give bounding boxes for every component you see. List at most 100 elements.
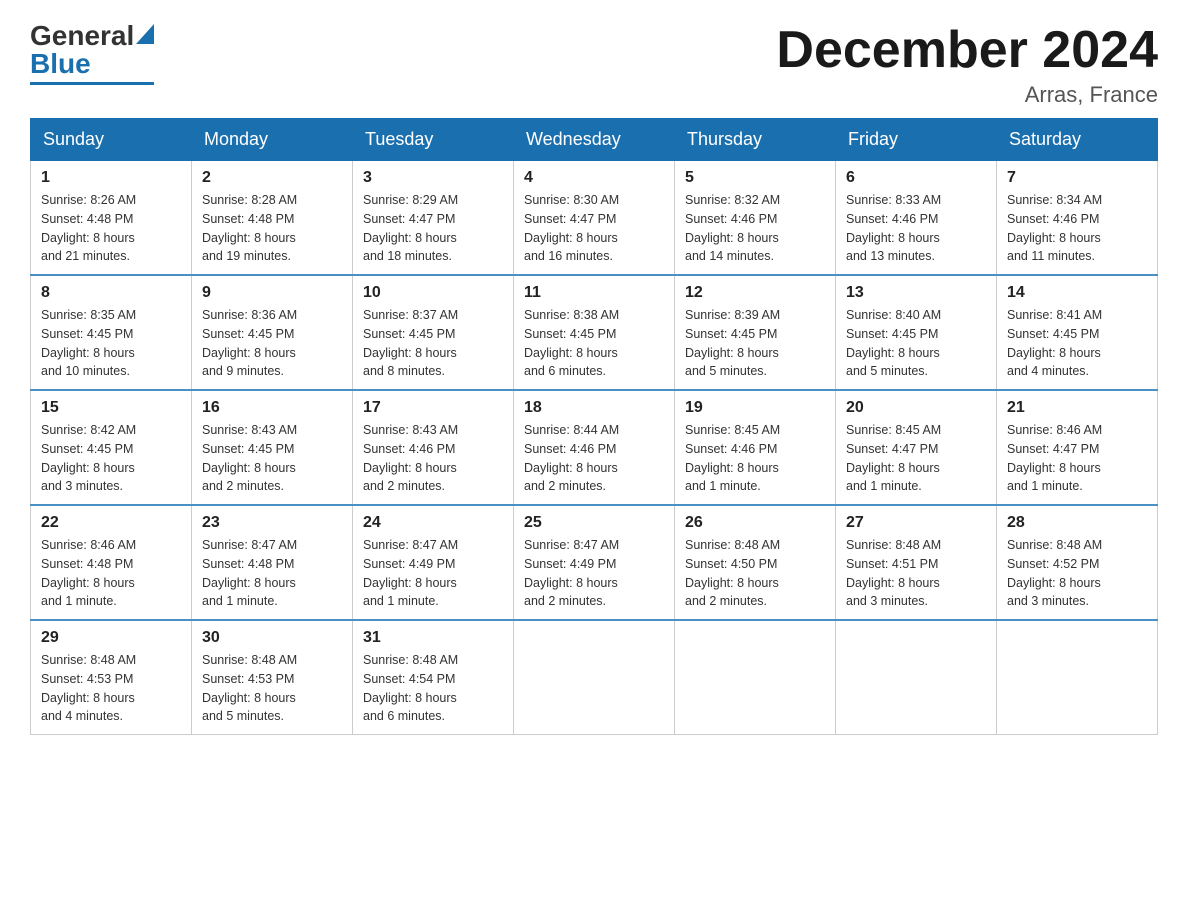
logo-blue-text: Blue (30, 48, 91, 80)
day-number: 9 (202, 284, 342, 302)
day-info: Sunrise: 8:48 AMSunset: 4:51 PMDaylight:… (846, 536, 986, 611)
day-info: Sunrise: 8:34 AMSunset: 4:46 PMDaylight:… (1007, 191, 1147, 266)
day-info: Sunrise: 8:43 AMSunset: 4:46 PMDaylight:… (363, 421, 503, 496)
day-info: Sunrise: 8:48 AMSunset: 4:52 PMDaylight:… (1007, 536, 1147, 611)
month-title: December 2024 (776, 20, 1158, 80)
calendar-cell: 8 Sunrise: 8:35 AMSunset: 4:45 PMDaylight… (31, 275, 192, 390)
calendar-cell: 19 Sunrise: 8:45 AMSunset: 4:46 PMDayligh… (675, 390, 836, 505)
day-info: Sunrise: 8:45 AMSunset: 4:46 PMDaylight:… (685, 421, 825, 496)
calendar-cell: 15Sunrise: 8:42 AMSunset: 4:45 PMDayligh… (31, 390, 192, 505)
weekday-header-tuesday: Tuesday (353, 119, 514, 161)
day-number: 5 (685, 169, 825, 187)
calendar-cell: 28 Sunrise: 8:48 AMSunset: 4:52 PMDayligh… (997, 505, 1158, 620)
location: Arras, France (776, 82, 1158, 108)
day-info: Sunrise: 8:48 AMSunset: 4:50 PMDaylight:… (685, 536, 825, 611)
calendar-cell: 21 Sunrise: 8:46 AMSunset: 4:47 PMDayligh… (997, 390, 1158, 505)
logo-triangle-icon (136, 24, 154, 44)
day-number: 7 (1007, 169, 1147, 187)
calendar-week-5: 29 Sunrise: 8:48 AMSunset: 4:53 PMDayligh… (31, 620, 1158, 735)
day-number: 23 (202, 514, 342, 532)
logo: General Blue (30, 20, 154, 85)
day-info: Sunrise: 8:43 AMSunset: 4:45 PMDaylight:… (202, 421, 342, 496)
day-info: Sunrise: 8:36 AMSunset: 4:45 PMDaylight:… (202, 306, 342, 381)
day-number: 26 (685, 514, 825, 532)
calendar-cell (836, 620, 997, 735)
calendar-cell: 17 Sunrise: 8:43 AMSunset: 4:46 PMDayligh… (353, 390, 514, 505)
day-number: 30 (202, 629, 342, 647)
weekday-header-row: SundayMondayTuesdayWednesdayThursdayFrid… (31, 119, 1158, 161)
calendar-cell: 9 Sunrise: 8:36 AMSunset: 4:45 PMDaylight… (192, 275, 353, 390)
calendar-cell: 4Sunrise: 8:30 AMSunset: 4:47 PMDaylight… (514, 161, 675, 276)
day-number: 17 (363, 399, 503, 417)
day-info: Sunrise: 8:39 AMSunset: 4:45 PMDaylight:… (685, 306, 825, 381)
day-info: Sunrise: 8:48 AMSunset: 4:53 PMDaylight:… (202, 651, 342, 726)
weekday-header-friday: Friday (836, 119, 997, 161)
page-header: General Blue December 2024 Arras, France (30, 20, 1158, 108)
day-number: 1 (41, 169, 181, 187)
day-number: 20 (846, 399, 986, 417)
day-number: 4 (524, 169, 664, 187)
day-number: 29 (41, 629, 181, 647)
day-number: 2 (202, 169, 342, 187)
day-info: Sunrise: 8:28 AMSunset: 4:48 PMDaylight:… (202, 191, 342, 266)
calendar-cell: 24 Sunrise: 8:47 AMSunset: 4:49 PMDayligh… (353, 505, 514, 620)
day-number: 6 (846, 169, 986, 187)
logo-underline (30, 82, 154, 85)
calendar-cell: 11Sunrise: 8:38 AMSunset: 4:45 PMDayligh… (514, 275, 675, 390)
calendar-cell: 6 Sunrise: 8:33 AMSunset: 4:46 PMDaylight… (836, 161, 997, 276)
day-info: Sunrise: 8:38 AMSunset: 4:45 PMDaylight:… (524, 306, 664, 381)
day-info: Sunrise: 8:46 AMSunset: 4:47 PMDaylight:… (1007, 421, 1147, 496)
calendar-cell: 1 Sunrise: 8:26 AMSunset: 4:48 PMDaylight… (31, 161, 192, 276)
calendar-cell (514, 620, 675, 735)
calendar-week-1: 1 Sunrise: 8:26 AMSunset: 4:48 PMDaylight… (31, 161, 1158, 276)
day-info: Sunrise: 8:47 AMSunset: 4:48 PMDaylight:… (202, 536, 342, 611)
day-number: 18 (524, 399, 664, 417)
calendar-cell: 12Sunrise: 8:39 AMSunset: 4:45 PMDayligh… (675, 275, 836, 390)
day-info: Sunrise: 8:26 AMSunset: 4:48 PMDaylight:… (41, 191, 181, 266)
day-number: 3 (363, 169, 503, 187)
day-number: 13 (846, 284, 986, 302)
day-number: 16 (202, 399, 342, 417)
day-number: 10 (363, 284, 503, 302)
calendar-cell: 16 Sunrise: 8:43 AMSunset: 4:45 PMDayligh… (192, 390, 353, 505)
calendar-cell: 26 Sunrise: 8:48 AMSunset: 4:50 PMDayligh… (675, 505, 836, 620)
calendar-week-3: 15Sunrise: 8:42 AMSunset: 4:45 PMDayligh… (31, 390, 1158, 505)
calendar-cell: 3 Sunrise: 8:29 AMSunset: 4:47 PMDaylight… (353, 161, 514, 276)
calendar-cell: 13 Sunrise: 8:40 AMSunset: 4:45 PMDayligh… (836, 275, 997, 390)
calendar-cell (997, 620, 1158, 735)
calendar-cell: 5Sunrise: 8:32 AMSunset: 4:46 PMDaylight… (675, 161, 836, 276)
calendar-cell: 27Sunrise: 8:48 AMSunset: 4:51 PMDayligh… (836, 505, 997, 620)
weekday-header-thursday: Thursday (675, 119, 836, 161)
day-info: Sunrise: 8:42 AMSunset: 4:45 PMDaylight:… (41, 421, 181, 496)
day-number: 31 (363, 629, 503, 647)
day-number: 19 (685, 399, 825, 417)
calendar-week-4: 22 Sunrise: 8:46 AMSunset: 4:48 PMDayligh… (31, 505, 1158, 620)
day-info: Sunrise: 8:46 AMSunset: 4:48 PMDaylight:… (41, 536, 181, 611)
calendar-cell: 10Sunrise: 8:37 AMSunset: 4:45 PMDayligh… (353, 275, 514, 390)
day-number: 28 (1007, 514, 1147, 532)
day-number: 8 (41, 284, 181, 302)
day-info: Sunrise: 8:33 AMSunset: 4:46 PMDaylight:… (846, 191, 986, 266)
calendar-cell: 22 Sunrise: 8:46 AMSunset: 4:48 PMDayligh… (31, 505, 192, 620)
day-info: Sunrise: 8:35 AMSunset: 4:45 PMDaylight:… (41, 306, 181, 381)
day-number: 21 (1007, 399, 1147, 417)
calendar-cell: 18 Sunrise: 8:44 AMSunset: 4:46 PMDayligh… (514, 390, 675, 505)
calendar-cell: 31 Sunrise: 8:48 AMSunset: 4:54 PMDayligh… (353, 620, 514, 735)
day-info: Sunrise: 8:41 AMSunset: 4:45 PMDaylight:… (1007, 306, 1147, 381)
day-info: Sunrise: 8:48 AMSunset: 4:54 PMDaylight:… (363, 651, 503, 726)
day-info: Sunrise: 8:44 AMSunset: 4:46 PMDaylight:… (524, 421, 664, 496)
calendar-cell: 20Sunrise: 8:45 AMSunset: 4:47 PMDayligh… (836, 390, 997, 505)
weekday-header-monday: Monday (192, 119, 353, 161)
day-info: Sunrise: 8:47 AMSunset: 4:49 PMDaylight:… (363, 536, 503, 611)
calendar-cell: 23 Sunrise: 8:47 AMSunset: 4:48 PMDayligh… (192, 505, 353, 620)
title-section: December 2024 Arras, France (776, 20, 1158, 108)
day-info: Sunrise: 8:40 AMSunset: 4:45 PMDaylight:… (846, 306, 986, 381)
day-info: Sunrise: 8:29 AMSunset: 4:47 PMDaylight:… (363, 191, 503, 266)
calendar-cell: 7 Sunrise: 8:34 AMSunset: 4:46 PMDaylight… (997, 161, 1158, 276)
day-info: Sunrise: 8:48 AMSunset: 4:53 PMDaylight:… (41, 651, 181, 726)
calendar-cell: 2 Sunrise: 8:28 AMSunset: 4:48 PMDaylight… (192, 161, 353, 276)
day-number: 24 (363, 514, 503, 532)
day-number: 22 (41, 514, 181, 532)
day-info: Sunrise: 8:47 AMSunset: 4:49 PMDaylight:… (524, 536, 664, 611)
calendar-table: SundayMondayTuesdayWednesdayThursdayFrid… (30, 118, 1158, 735)
